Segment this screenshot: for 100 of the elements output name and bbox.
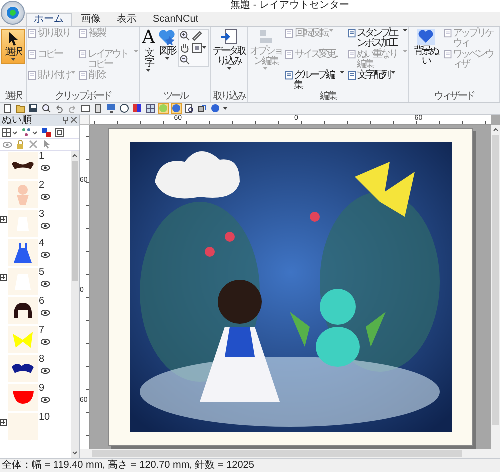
select-tool-button[interactable]: 選択 (1, 29, 25, 64)
color-swatch-icon[interactable] (42, 128, 51, 136)
close-icon[interactable] (71, 117, 77, 123)
item-number: 7 (39, 326, 45, 336)
ribbon-button[interactable]: データ取り込み (212, 29, 246, 71)
eye-icon[interactable] (41, 194, 50, 200)
status-text: 全体：幅 = 119.40 mm, 高さ = 120.70 mm, 針数 = 12025 (2, 460, 254, 470)
hierarchy-icon[interactable] (22, 128, 38, 136)
ribbon-button[interactable]: スタンプ/エンボス加工 (348, 29, 408, 49)
toolbar-button[interactable] (197, 103, 208, 114)
eye-icon[interactable] (41, 223, 50, 229)
icon-button[interactable] (180, 43, 190, 53)
thumbnail[interactable] (8, 268, 38, 295)
thumbnail[interactable] (8, 239, 38, 266)
scrollbar[interactable] (71, 151, 79, 458)
caret-icon (402, 29, 408, 33)
panel-title: ぬい順 (2, 116, 32, 126)
document-icon (284, 50, 294, 59)
thumbnail[interactable] (8, 210, 38, 237)
ribbon-button[interactable]: グループ編集 (284, 71, 345, 91)
document-icon (79, 50, 87, 59)
caret-icon (10, 58, 16, 62)
circle-icon (211, 104, 220, 113)
document-icon (348, 29, 356, 38)
frame-icon (81, 104, 90, 113)
scrollbar-thumb[interactable] (92, 450, 462, 457)
document-icon (348, 71, 357, 80)
eye-icon[interactable] (41, 339, 50, 345)
ribbon-button[interactable]: 文字配列 (348, 71, 408, 91)
expand-icon[interactable] (0, 419, 7, 426)
document-icon (284, 29, 294, 38)
pointer-icon[interactable] (43, 140, 50, 149)
toolbar-button[interactable] (28, 103, 39, 114)
item-number: 9 (39, 384, 45, 394)
frame-icon[interactable] (55, 128, 64, 136)
eye-icon[interactable] (41, 281, 50, 287)
circle-icon (172, 104, 181, 113)
scrollbar[interactable] (491, 125, 500, 449)
expand-icon[interactable] (0, 216, 7, 223)
eye-icon[interactable] (41, 252, 50, 258)
fit-to-window-icon (192, 43, 202, 53)
caret-icon (402, 50, 408, 54)
toolbar-button[interactable] (119, 103, 130, 114)
thumbnail[interactable] (8, 297, 38, 324)
caret-icon (146, 69, 152, 73)
flower-icon (6, 6, 20, 20)
scrollbar-thumb[interactable] (72, 161, 78, 281)
ribbon-button[interactable]: 背景ぬい (410, 29, 442, 67)
eye-icon[interactable] (41, 165, 50, 171)
thumbnail[interactable] (8, 413, 38, 440)
expand-icon[interactable] (0, 274, 7, 281)
ribbon-button[interactable]: 図形 (158, 29, 176, 61)
thumbnail[interactable] (8, 384, 38, 411)
pin-icon[interactable] (63, 117, 69, 124)
caret-icon (202, 46, 208, 50)
ribbon-tab[interactable]: ホーム (26, 13, 72, 26)
caret-icon (390, 71, 396, 75)
thumbnail[interactable] (8, 181, 38, 208)
toolbar-button[interactable] (80, 103, 91, 114)
toolbar-button[interactable] (184, 103, 195, 114)
circle-icon (159, 104, 168, 113)
page-icon (94, 104, 103, 113)
item-number: 3 (39, 210, 45, 220)
padlock-icon[interactable] (17, 140, 24, 149)
thumbnail[interactable] (8, 355, 38, 382)
group-label: 取り込み (212, 91, 246, 102)
scrollbar-thumb[interactable] (492, 135, 499, 425)
document-icon (79, 29, 88, 38)
ribbon-button[interactable]: A 文字 (141, 29, 156, 73)
screen-icon (107, 104, 116, 113)
icon-button[interactable] (180, 31, 190, 41)
document-icon (284, 71, 294, 80)
icon-button[interactable] (192, 43, 208, 53)
thumbnail[interactable] (8, 152, 38, 179)
app-menu-button[interactable] (1, 1, 25, 25)
toolbar-button[interactable] (2, 103, 13, 114)
eye-icon[interactable] (41, 368, 50, 374)
ribbon-tab[interactable]: 表示 (110, 13, 144, 26)
caret-icon (340, 71, 345, 75)
item-number: 1 (39, 152, 45, 162)
eye-icon[interactable] (41, 397, 50, 403)
group-label: 編集 (319, 91, 338, 102)
group-label: ツール (162, 91, 189, 102)
toolbar-button[interactable] (132, 103, 143, 114)
toolbar-button[interactable] (93, 103, 104, 114)
ribbon-tab[interactable]: ScanNCut (146, 13, 206, 26)
ruler-icon (192, 31, 202, 41)
icon-button[interactable] (180, 55, 190, 65)
toolbar-button[interactable] (145, 103, 156, 114)
toolbar-button[interactable] (41, 103, 52, 114)
document-icon (79, 71, 88, 80)
toolbar-button[interactable] (106, 103, 117, 114)
group-label: クリップボード (54, 91, 112, 102)
grid-icon[interactable] (2, 128, 18, 136)
ribbon-tab[interactable]: 画像 (74, 13, 108, 26)
window-title: 無題 - レイアウトセンター (230, 1, 350, 11)
heart-star-icon (158, 29, 176, 45)
eye-icon[interactable] (41, 310, 50, 316)
thumbnail[interactable] (8, 326, 38, 353)
caret-icon[interactable] (223, 106, 228, 110)
